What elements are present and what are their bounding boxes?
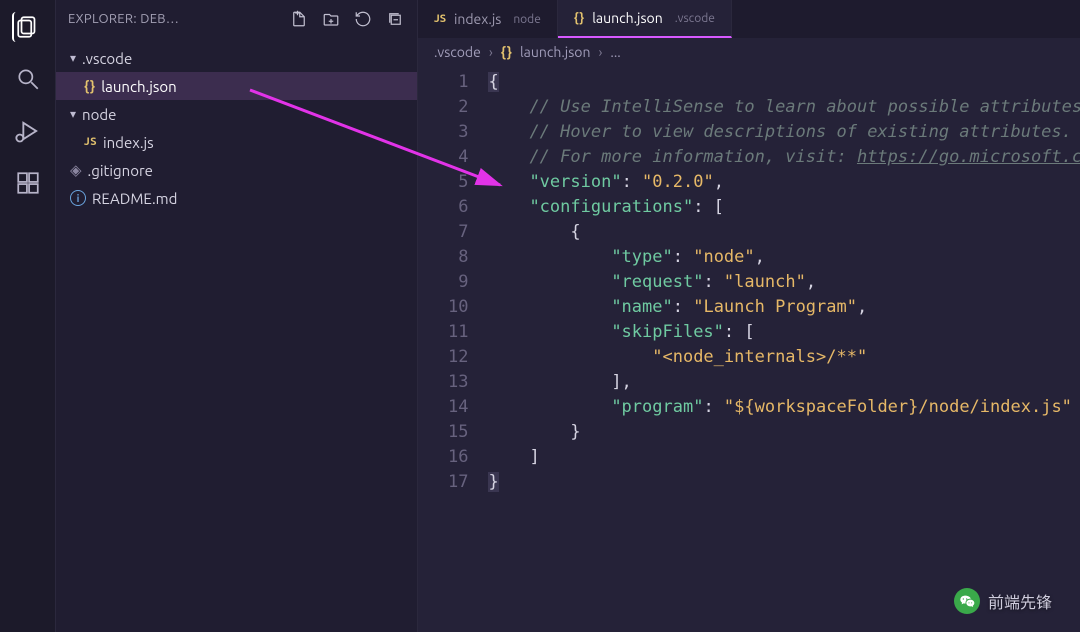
watermark-text: 前端先锋 [988,589,1052,613]
chevron-right-icon: › [598,44,602,60]
breadcrumb-seg[interactable]: launch.json [520,44,591,60]
code-content[interactable]: { // Use IntelliSense to learn about pos… [488,66,1080,632]
chevron-down-icon: ▾ [70,51,76,65]
tab-title: launch.json [592,10,663,26]
search-icon[interactable] [13,64,43,94]
tree-file-readme[interactable]: i README.md [56,184,417,212]
explorer-title: EXPLORER: DEB… [68,12,179,26]
tree-label: index.js [103,134,154,151]
tab-bar: JS index.js node {} launch.json .vscode [418,0,1080,38]
tree-label: .gitignore [88,162,153,179]
wechat-icon [954,588,980,614]
file-tree: ▾ .vscode {} launch.json ▾ node JS index… [56,38,417,212]
tree-folder-node[interactable]: ▾ node [56,100,417,128]
line-gutter: 1234567891011121314151617 [418,66,488,632]
info-icon: i [70,190,86,206]
breadcrumb-seg[interactable]: .vscode [434,44,481,60]
tree-file-gitignore[interactable]: ◈ .gitignore [56,156,417,184]
explorer-header: EXPLORER: DEB… [56,0,417,38]
chevron-down-icon: ▾ [70,107,76,121]
json-icon: {} [501,44,512,60]
js-icon: JS [84,136,97,148]
run-debug-icon[interactable] [13,116,43,146]
chevron-right-icon: › [489,44,493,60]
explorer-sidebar: EXPLORER: DEB… ▾ .vscode [56,0,418,632]
git-icon: ◈ [70,161,82,179]
tree-file-indexjs[interactable]: JS index.js [56,128,417,156]
tab-launchjson[interactable]: {} launch.json .vscode [558,0,732,38]
breadcrumb-seg[interactable]: ... [610,44,620,60]
collapse-all-icon[interactable] [385,9,405,29]
tree-label: launch.json [101,78,177,95]
app-root: EXPLORER: DEB… ▾ .vscode [0,0,1080,632]
extensions-icon[interactable] [13,168,43,198]
tree-folder-vscode[interactable]: ▾ .vscode [56,44,417,72]
tree-file-launchjson[interactable]: {} launch.json [56,72,417,100]
activity-bar [0,0,56,632]
json-icon: {} [574,11,584,25]
new-folder-icon[interactable] [321,9,341,29]
tab-indexjs[interactable]: JS index.js node [418,0,558,38]
json-icon: {} [84,78,95,94]
new-file-icon[interactable] [289,9,309,29]
watermark: 前端先锋 [954,588,1052,614]
tab-desc: node [513,13,541,26]
explorer-icon[interactable] [12,12,42,42]
refresh-icon[interactable] [353,9,373,29]
tab-title: index.js [454,11,501,27]
breadcrumb[interactable]: .vscode › {} launch.json › ... [418,38,1080,66]
editor-area: JS index.js node {} launch.json .vscode … [418,0,1080,632]
code-editor[interactable]: 1234567891011121314151617 { // Use Intel… [418,66,1080,632]
explorer-actions [289,9,405,29]
js-icon: JS [434,13,446,25]
tree-label: README.md [92,190,177,207]
tree-label: node [82,106,116,123]
tree-label: .vscode [82,50,132,67]
tab-desc: .vscode [675,12,715,25]
